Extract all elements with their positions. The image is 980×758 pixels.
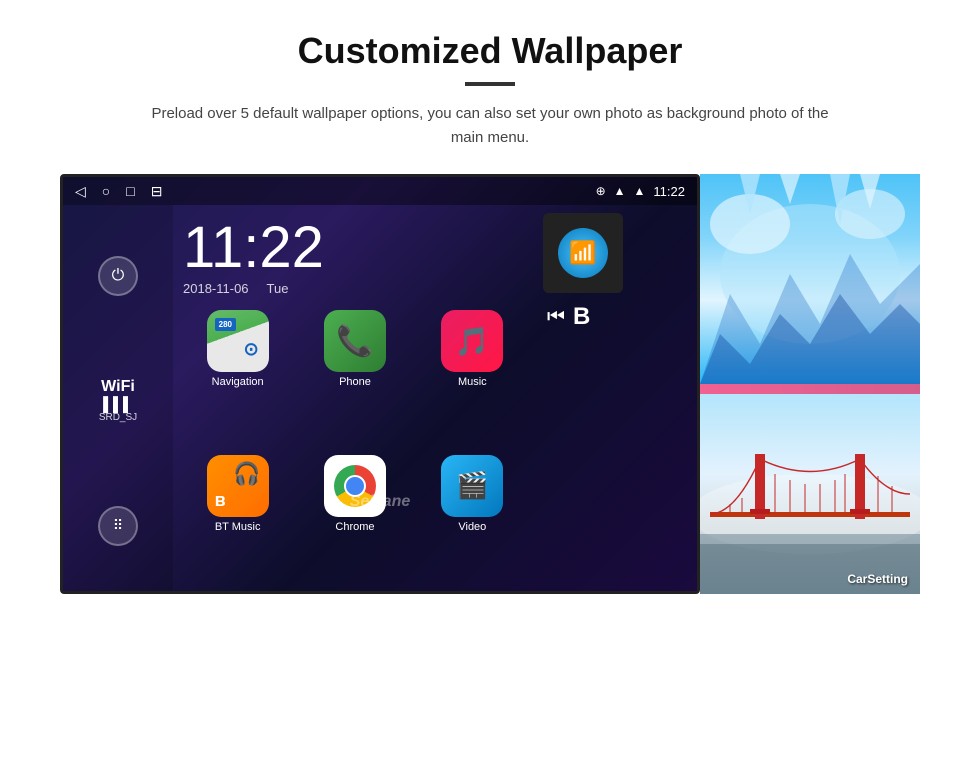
signal-icon: ▲ xyxy=(634,184,646,198)
title-divider xyxy=(465,82,515,86)
bt-app-icon: 🎧 ʙ xyxy=(207,455,269,517)
page-wrapper: Customized Wallpaper Preload over 5 defa… xyxy=(0,0,980,614)
recent-icon[interactable]: □ xyxy=(126,183,134,199)
phone-app-icon: 📞 xyxy=(324,310,386,372)
date-display: 2018-11-06 Tue xyxy=(183,281,527,296)
media-top: 📶 xyxy=(543,213,691,293)
ice-cave-svg xyxy=(700,174,920,384)
carsetting-label: CarSetting xyxy=(847,572,908,586)
back-icon[interactable]: ◁ xyxy=(75,183,86,200)
status-time: 11:22 xyxy=(653,184,685,199)
location-icon: ⊕ xyxy=(596,184,606,198)
music-app-icon: 🎵 xyxy=(441,310,503,372)
main-content: ⏻ WiFi ▌▌▌ SRD_SJ ⠿ 11:22 2018-11-06 xyxy=(63,205,697,594)
video-label: Video xyxy=(458,521,486,533)
thumbnails-panel: CarSetting xyxy=(700,174,920,594)
nav-badge: 280 xyxy=(215,318,236,331)
nav-pointer-icon: ⊙ xyxy=(244,339,259,360)
video-app-icon: 🎬 xyxy=(441,455,503,517)
screen-container: ◁ ○ □ ⊟ ⊕ ▲ ▲ 11:22 ⏻ WiFi xyxy=(60,174,920,594)
center-area: 11:22 2018-11-06 Tue 280 ⊙ xyxy=(173,205,537,594)
status-bar: ◁ ○ □ ⊟ ⊕ ▲ ▲ 11:22 xyxy=(63,177,697,205)
ice-cave-thumbnail xyxy=(700,174,920,384)
time-display: 11:22 xyxy=(183,219,527,277)
android-screen: ◁ ○ □ ⊟ ⊕ ▲ ▲ 11:22 ⏻ WiFi xyxy=(60,174,700,594)
status-left: ◁ ○ □ ⊟ xyxy=(75,183,162,200)
pink-divider xyxy=(700,384,920,394)
app-item-chrome[interactable]: Chrome xyxy=(300,455,409,592)
prev-icon[interactable]: ⏮ xyxy=(547,306,565,329)
wifi-network-name: SRD_SJ xyxy=(99,412,137,423)
nav-label: Navigation xyxy=(212,376,264,388)
bridge-thumbnail: CarSetting xyxy=(700,394,920,594)
clock-section: 11:22 2018-11-06 Tue xyxy=(173,205,537,304)
date-value: 2018-11-06 xyxy=(183,281,249,296)
apps-button[interactable]: ⠿ xyxy=(98,506,138,546)
bt-music-label: BT Music xyxy=(215,521,261,533)
wifi-status-icon: ▲ xyxy=(614,184,626,198)
status-right: ⊕ ▲ ▲ 11:22 xyxy=(596,184,685,199)
wifi-label: WiFi xyxy=(99,378,137,396)
wifi-bars-icon: ▌▌▌ xyxy=(99,396,137,412)
page-description: Preload over 5 default wallpaper options… xyxy=(140,102,840,150)
b-label: B xyxy=(573,303,590,331)
app-item-navigation[interactable]: 280 ⊙ Navigation xyxy=(183,310,292,447)
bridge-svg xyxy=(700,394,920,594)
page-title: Customized Wallpaper xyxy=(60,30,920,72)
signal-inner-icon: 📶 xyxy=(558,228,608,278)
right-media-panel: 📶 ⏮ B xyxy=(537,205,697,594)
apps-grid: 280 ⊙ Navigation 📞 Phone xyxy=(173,304,537,594)
nav-app-icon: 280 ⊙ xyxy=(207,310,269,372)
media-card: 📶 xyxy=(543,213,623,293)
home-icon[interactable]: ○ xyxy=(102,183,110,199)
music-label: Music xyxy=(458,376,487,388)
screenshot-icon[interactable]: ⊟ xyxy=(151,183,163,200)
wifi-info: WiFi ▌▌▌ SRD_SJ xyxy=(99,378,137,423)
app-item-music[interactable]: 🎵 Music xyxy=(418,310,527,447)
app-item-video[interactable]: 🎬 Video xyxy=(418,455,527,592)
chrome-label: Chrome xyxy=(335,521,374,533)
media-controls: ⏮ B xyxy=(547,303,691,331)
app-item-phone[interactable]: 📞 Phone xyxy=(300,310,409,447)
power-button[interactable]: ⏻ xyxy=(98,256,138,296)
day-value: Tue xyxy=(267,281,289,296)
phone-label: Phone xyxy=(339,376,371,388)
seicane-watermark: Seicane xyxy=(350,493,410,511)
app-item-bt-music[interactable]: 🎧 ʙ BT Music xyxy=(183,455,292,592)
left-sidebar: ⏻ WiFi ▌▌▌ SRD_SJ ⠿ xyxy=(63,205,173,594)
